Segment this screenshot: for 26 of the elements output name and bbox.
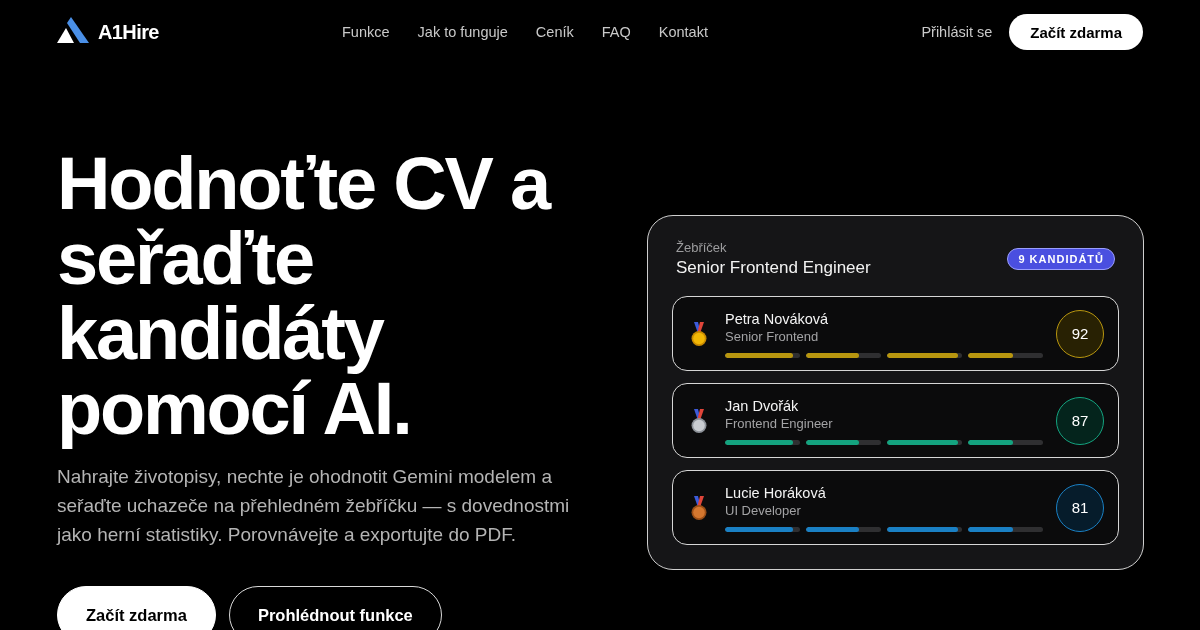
nav-link[interactable]: Funkce (342, 24, 390, 40)
nav-link[interactable]: Jak to funguje (417, 24, 508, 40)
medal-icon (691, 321, 707, 346)
score-circle: 81 (1056, 483, 1104, 532)
medal-icon (691, 408, 707, 433)
login-link[interactable]: Přihlásit se (921, 24, 993, 40)
nav-link[interactable]: Kontakt (658, 24, 708, 40)
card-title: Senior Frontend Engineer (676, 258, 871, 278)
candidate-role: Senior Frontend (725, 327, 820, 345)
candidate-name: Lucie Horáková (725, 483, 827, 502)
candidate-name: Petra Nováková (725, 309, 830, 328)
candidate-name: Jan Dvořák (725, 396, 800, 415)
nav-link[interactable]: FAQ (601, 24, 631, 40)
score-circle: 87 (1056, 396, 1104, 445)
logo-text[interactable]: A1Hire (98, 20, 159, 44)
start-button[interactable]: Začít zdarma (57, 586, 216, 630)
hero-description: Nahrajte životopisy, nechte je ohodnotit Gemini modelem a seřaďte uchazeče na přehledném žebříčku — s dovednostmi jako herní statistiky. Porovnávejte a exportujte do PDF. (57, 465, 571, 547)
medal-icon (691, 495, 707, 520)
signup-button[interactable]: Začít zdarma (1009, 14, 1143, 50)
card-eyebrow: Žebříček (676, 240, 728, 255)
candidate-count-badge: 9 KANDIDÁTŮ (1007, 248, 1115, 270)
candidate-role: Frontend Engineer (725, 414, 834, 432)
score-circle: 92 (1056, 309, 1104, 358)
logo-icon (57, 17, 89, 43)
candidate-role: UI Developer (725, 501, 802, 519)
nav-link[interactable]: Ceník (535, 24, 574, 40)
